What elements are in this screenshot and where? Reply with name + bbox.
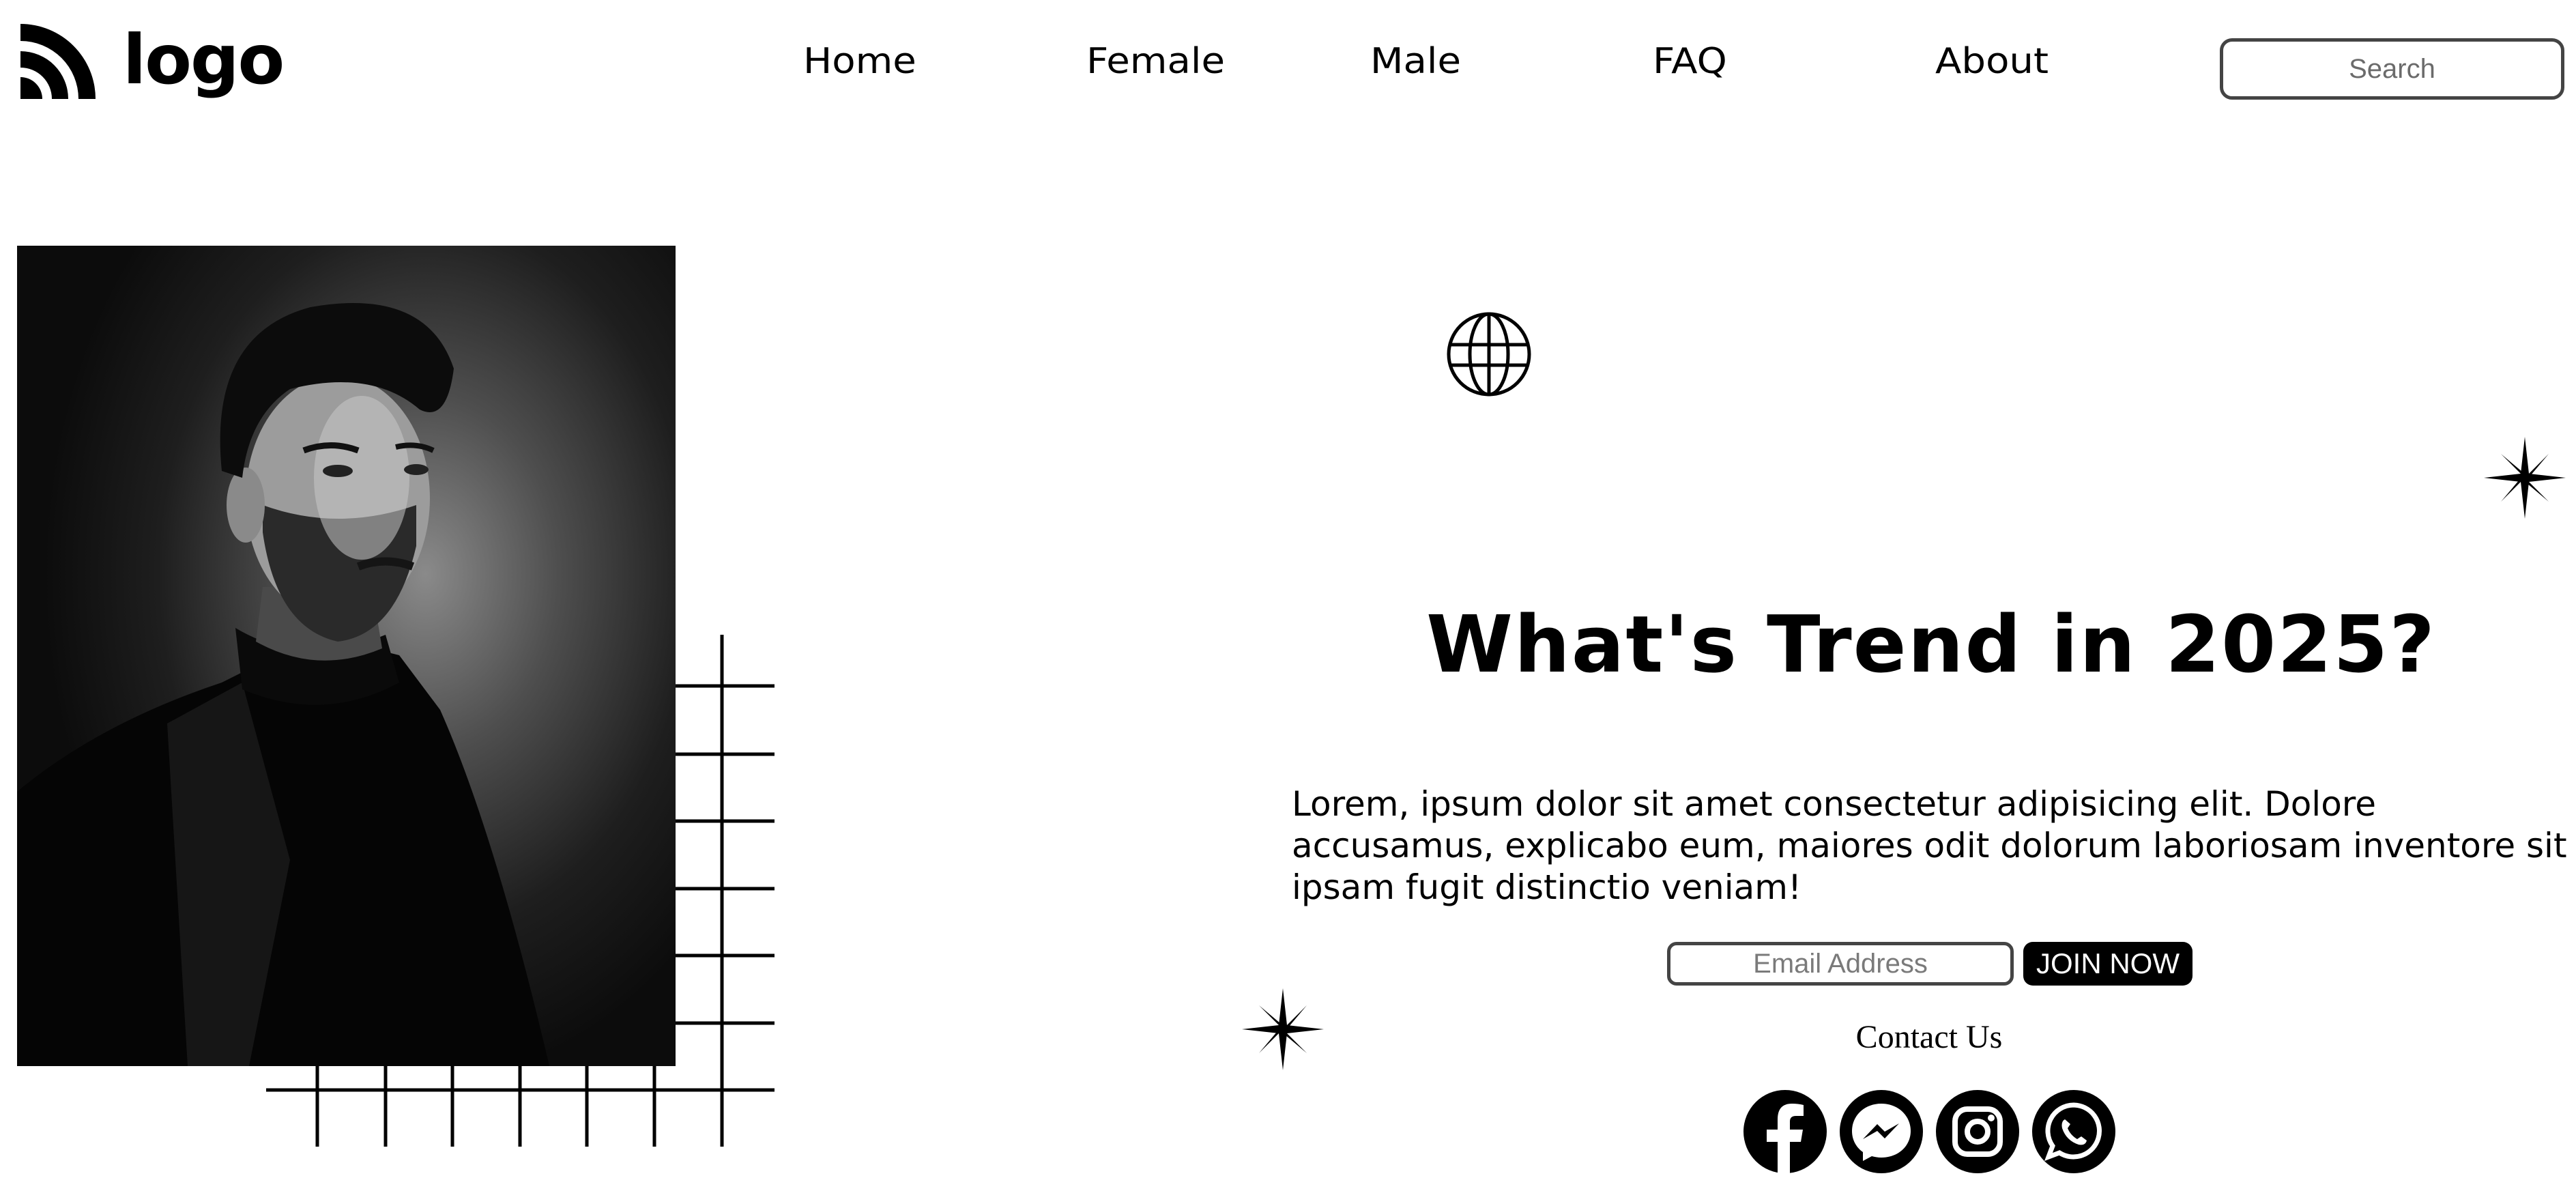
- hero-description: Lorem, ipsum dolor sit amet consectetur …: [1292, 784, 2567, 907]
- contact-us-label: Contact Us: [1855, 1019, 2003, 1055]
- nav-female[interactable]: Female: [1086, 38, 1225, 85]
- sparkle-icon: [2484, 437, 2566, 519]
- nav-about[interactable]: About: [1935, 38, 2049, 85]
- email-field[interactable]: [1667, 942, 2014, 986]
- facebook-icon[interactable]: [1742, 1089, 1828, 1175]
- messenger-icon[interactable]: [1838, 1089, 1924, 1175]
- nav-home[interactable]: Home: [803, 38, 916, 85]
- globe-icon: [1445, 311, 1533, 398]
- join-now-button[interactable]: JOIN NOW: [2023, 942, 2193, 986]
- nav-faq[interactable]: FAQ: [1653, 38, 1727, 85]
- sparkle-icon: [1242, 988, 1324, 1070]
- instagram-icon[interactable]: [1935, 1089, 2021, 1175]
- search-input[interactable]: [2220, 38, 2564, 100]
- grid-lines-decoration: [263, 631, 778, 1150]
- hero-headline: What's Trend in 2025?: [1426, 599, 2436, 691]
- logo-icon[interactable]: [14, 17, 102, 106]
- whatsapp-icon[interactable]: [2031, 1089, 2117, 1175]
- nav-male[interactable]: Male: [1370, 38, 1461, 85]
- logo-text[interactable]: logo: [123, 12, 285, 108]
